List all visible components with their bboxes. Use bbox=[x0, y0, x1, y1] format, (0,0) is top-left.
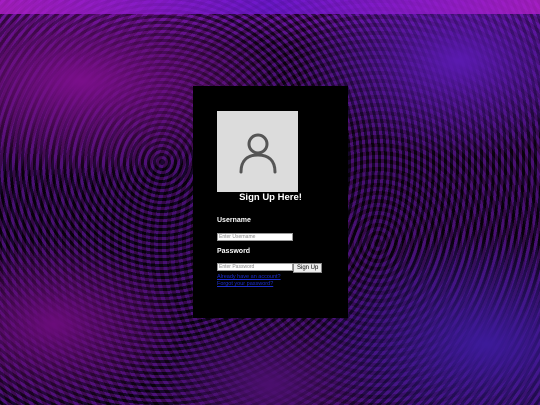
login-link[interactable]: Already have an account? bbox=[217, 274, 281, 280]
password-label: Password bbox=[217, 248, 251, 255]
username-field[interactable] bbox=[217, 233, 293, 241]
password-field[interactable] bbox=[217, 263, 293, 271]
page-title: Sign Up Here! bbox=[239, 192, 302, 203]
signup-card: Sign Up Here! Username Password Sign Up … bbox=[193, 86, 348, 318]
user-profile-icon bbox=[239, 133, 276, 173]
forgot-password-link[interactable]: Forgot your password? bbox=[217, 281, 273, 287]
avatar bbox=[217, 111, 298, 192]
sign-up-button[interactable]: Sign Up bbox=[293, 263, 323, 273]
username-label: Username bbox=[217, 217, 251, 224]
background-glow bbox=[0, 0, 540, 14]
